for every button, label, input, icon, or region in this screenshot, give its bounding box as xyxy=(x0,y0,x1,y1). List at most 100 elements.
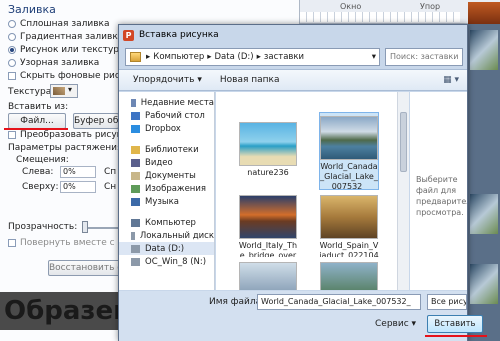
nav-item-computer[interactable]: Компьютер xyxy=(119,216,214,229)
slide-thumbnail[interactable] xyxy=(468,2,500,24)
nav-item-libraries[interactable]: Библиотеки xyxy=(119,143,214,156)
right-offset-label: Сп xyxy=(104,167,117,177)
breadcrumb-item[interactable]: Компьютер xyxy=(153,52,204,62)
chevron-down-icon: ▾ xyxy=(411,319,417,329)
radio-icon[interactable] xyxy=(8,20,16,28)
nav-item-video[interactable]: Видео xyxy=(119,156,214,169)
offsets-label: Смещения: xyxy=(16,155,69,165)
organize-label: Упорядочить xyxy=(133,75,195,85)
checkbox-icon[interactable] xyxy=(8,239,16,247)
restore-background-button[interactable]: Восстановить фон xyxy=(48,260,120,276)
texture-picker[interactable]: ▾ xyxy=(50,84,78,98)
slide-title-text: Образец xyxy=(0,292,120,330)
breadcrumb-item[interactable]: Data (D:) xyxy=(215,52,254,62)
dialog-bottom-bar: Имя файла: World_Canada_Glacial_Lake_007… xyxy=(119,291,487,341)
ruler-ticks xyxy=(300,12,460,22)
nav-label: Dropbox xyxy=(145,123,181,134)
file-thumbnail xyxy=(239,122,297,166)
filetype-select[interactable]: Все рисунки xyxy=(427,294,467,310)
folder-icon xyxy=(130,52,141,62)
images-icon xyxy=(131,184,140,193)
view-options-icon[interactable]: ▦ ▾ xyxy=(443,75,459,85)
video-icon xyxy=(131,158,140,167)
radio-icon[interactable] xyxy=(8,59,16,67)
nav-item-desktop[interactable]: Рабочий стол xyxy=(119,109,214,122)
checkbox-icon[interactable] xyxy=(8,131,16,139)
libraries-icon xyxy=(131,145,140,154)
solid-fill-option[interactable]: Сплошная заливка xyxy=(8,18,110,30)
highlight-underline xyxy=(425,335,487,337)
chevron-down-icon: ▾ xyxy=(68,85,73,94)
nav-item-images[interactable]: Изображения xyxy=(119,182,214,195)
nav-label: Библиотеки xyxy=(145,144,199,155)
insert-button[interactable]: Вставить xyxy=(427,315,483,333)
file-thumbnail xyxy=(239,195,297,239)
breadcrumb-item[interactable]: заставки xyxy=(264,52,304,62)
file-list-scrollbar[interactable] xyxy=(397,92,409,290)
slider-handle[interactable] xyxy=(82,221,88,233)
desktop-icon xyxy=(131,111,140,120)
gradient-fill-option[interactable]: Градиентная заливка xyxy=(8,31,123,43)
radio-icon[interactable] xyxy=(8,33,16,41)
clipboard-button[interactable]: Буфер обм xyxy=(73,113,119,129)
stretch-params-label: Параметры растяжения xyxy=(8,143,123,153)
filename-label: Имя файла: xyxy=(209,297,265,307)
top-offset-input[interactable]: 0% xyxy=(60,181,96,193)
file-item[interactable] xyxy=(238,262,298,290)
slide-thumbnail[interactable] xyxy=(470,194,498,234)
file-button[interactable]: Файл... xyxy=(8,113,66,129)
nav-item-recent[interactable]: Недавние места xyxy=(119,96,214,109)
organize-menu[interactable]: Упорядочить ▾ xyxy=(133,75,202,85)
recent-icon xyxy=(131,98,136,107)
nav-label: Документы xyxy=(145,170,196,181)
nav-label: Компьютер xyxy=(145,217,196,228)
file-item[interactable]: World_Italy_The_bridge_over_the_river__I… xyxy=(238,195,298,257)
computer-icon xyxy=(131,218,140,227)
nav-item-documents[interactable]: Документы xyxy=(119,169,214,182)
nav-label: Недавние места xyxy=(140,97,214,108)
option-label: Рисунок или текстура xyxy=(20,45,125,55)
nav-item-dropbox[interactable]: Dropbox xyxy=(119,122,214,135)
file-name: nature236 xyxy=(247,168,289,177)
insert-label: Вставить xyxy=(434,319,476,329)
dialog-title: Вставка рисунка xyxy=(139,30,219,40)
search-input[interactable]: Поиск: заставки xyxy=(385,48,463,66)
new-folder-button[interactable]: Новая папка xyxy=(220,75,280,85)
nav-item-os-drive[interactable]: OC_Win_8 (N:) xyxy=(119,255,214,268)
ruler-strip: Окно Упор xyxy=(300,0,500,24)
tools-menu[interactable]: Сервис ▾ xyxy=(375,319,416,329)
file-item[interactable]: nature236 xyxy=(238,122,298,178)
filename-input[interactable]: World_Canada_Glacial_Lake_007532_ xyxy=(257,294,421,310)
checkbox-icon[interactable] xyxy=(8,72,16,80)
scrollbar-thumb[interactable] xyxy=(400,112,407,172)
nav-label: Видео xyxy=(145,157,173,168)
dialog-toolbar: Упорядочить ▾ Новая папка ▦ ▾ xyxy=(119,69,467,91)
address-bar[interactable]: ▸ Компьютер ▸ Data (D:) ▸ заставки ▾ xyxy=(125,48,380,66)
slide-thumbnail[interactable] xyxy=(470,264,498,304)
slide-thumbnail[interactable] xyxy=(470,30,498,70)
file-item[interactable] xyxy=(319,262,379,290)
nav-item-local-disk[interactable]: Локальный диск xyxy=(119,229,214,242)
powerpoint-icon: P xyxy=(123,30,134,41)
preview-pane: Выберите файл для предварительного просм… xyxy=(410,92,467,290)
left-offset-input[interactable]: 0% xyxy=(60,166,96,178)
left-offset-label: Слева: xyxy=(22,167,54,177)
radio-icon[interactable] xyxy=(8,46,16,54)
documents-icon xyxy=(131,171,140,180)
nav-label: Изображения xyxy=(145,183,207,194)
nav-item-data-drive[interactable]: Data (D:) xyxy=(119,242,214,255)
file-item[interactable]: World_Spain_Viaduct_022104_ xyxy=(319,195,379,257)
picture-fill-option[interactable]: Рисунок или текстура xyxy=(8,44,125,56)
fill-panel-title: Заливка xyxy=(8,3,56,16)
nav-item-music[interactable]: Музыка xyxy=(119,195,214,208)
file-thumbnail xyxy=(320,195,378,239)
file-item-selected[interactable]: World_Canada_Glacial_Lake_007532_ xyxy=(319,112,379,190)
chevron-down-icon[interactable]: ▾ xyxy=(372,52,379,62)
tools-label: Сервис xyxy=(375,319,409,329)
pattern-fill-option[interactable]: Узорная заливка xyxy=(8,57,99,69)
dropbox-icon xyxy=(131,124,140,133)
file-list: nature236 World_Canada_Glacial_Lake_0075… xyxy=(216,92,397,290)
option-label: Сплошная заливка xyxy=(20,19,110,29)
